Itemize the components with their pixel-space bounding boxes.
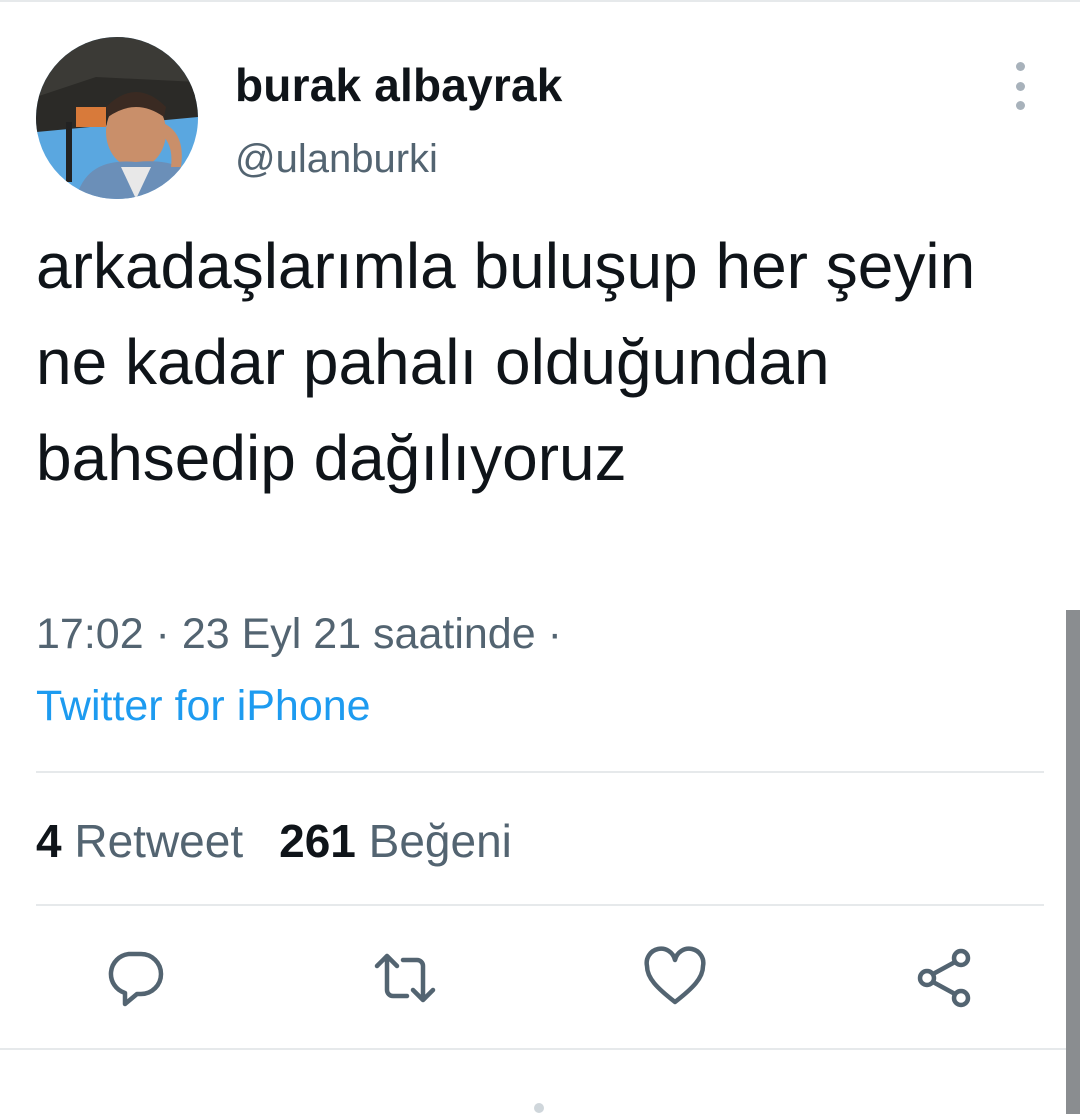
page-indicator: [534, 1103, 544, 1113]
dot: [1015, 62, 1025, 71]
more-options-icon[interactable]: [1000, 62, 1040, 110]
retweet-icon: [374, 953, 436, 1003]
retweet-stat[interactable]: 4 Retweet: [36, 815, 243, 867]
scrollbar[interactable]: [1066, 610, 1080, 1114]
like-button[interactable]: [643, 946, 707, 1010]
divider: [36, 771, 1044, 773]
dot: [1015, 81, 1025, 91]
reply-icon: [108, 951, 164, 1007]
avatar-photo: [36, 37, 198, 199]
display-name[interactable]: burak albayrak: [235, 58, 563, 112]
reply-button[interactable]: [103, 946, 167, 1010]
tweet-stats: 4 Retweet 261 Beğeni: [36, 814, 512, 868]
top-divider: [0, 0, 1080, 2]
retweet-count: 4: [36, 815, 62, 867]
share-icon: [917, 948, 971, 1008]
divider: [36, 904, 1044, 906]
tweet-timestamp[interactable]: 17:02 · 23 Eyl 21 saatinde ·: [36, 610, 562, 659]
tweet-text: arkadaşlarımla buluşup her şeyin ne kada…: [36, 230, 976, 494]
dot: [1015, 101, 1025, 110]
avatar[interactable]: [36, 37, 198, 199]
user-handle[interactable]: @ulanburki: [235, 137, 438, 182]
divider: [0, 1048, 1066, 1050]
retweet-button[interactable]: [373, 946, 437, 1010]
like-stat[interactable]: 261 Beğeni: [279, 815, 512, 867]
like-count: 261: [279, 815, 356, 867]
like-label: Beğeni: [368, 815, 512, 867]
like-icon: [644, 946, 706, 1005]
tweet-source-link[interactable]: Twitter for iPhone: [36, 682, 371, 731]
retweet-label: Retweet: [74, 815, 244, 867]
share-button[interactable]: [913, 946, 977, 1010]
